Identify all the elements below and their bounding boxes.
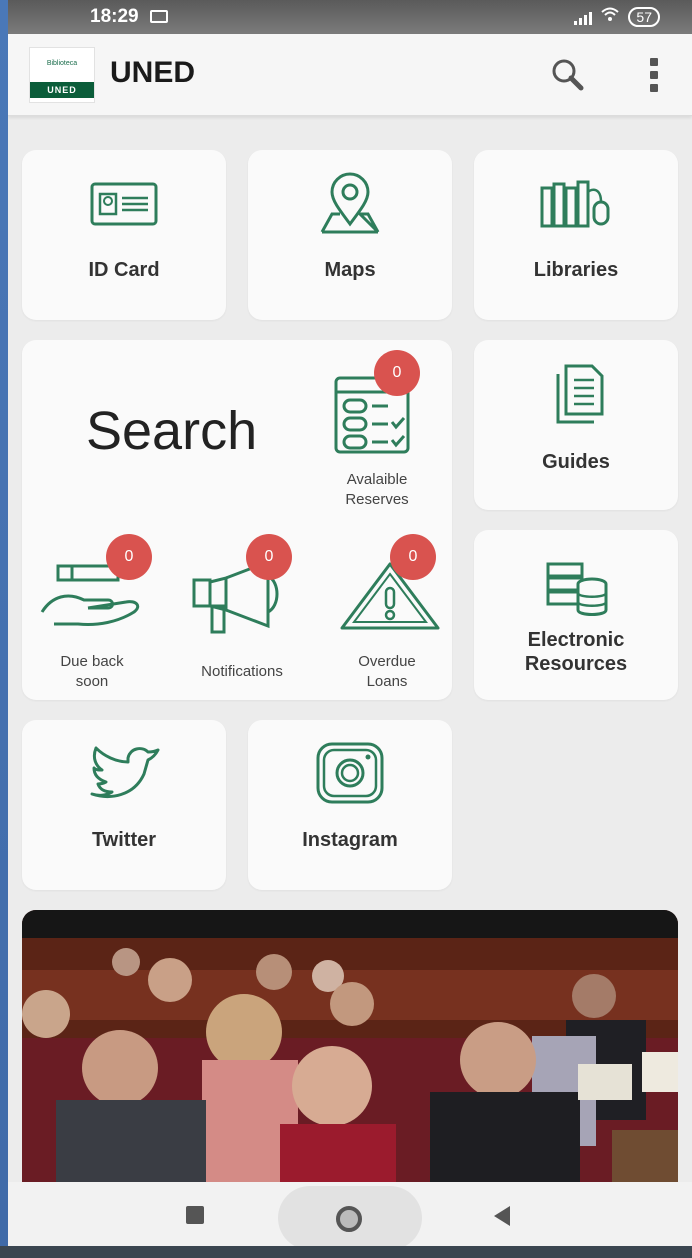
overdue-label: Overdue Loans bbox=[358, 653, 416, 690]
id-card-icon bbox=[88, 180, 162, 228]
search-icon bbox=[548, 56, 588, 96]
navigation-bar bbox=[8, 1182, 692, 1246]
map-pin-icon bbox=[314, 172, 386, 236]
due-back-badge: 0 bbox=[106, 534, 152, 580]
maps-label: Maps bbox=[324, 259, 376, 281]
document-icon bbox=[548, 362, 608, 426]
search-button[interactable] bbox=[548, 56, 588, 96]
guides-tile[interactable]: Guides bbox=[474, 340, 678, 510]
app-title: UNED bbox=[110, 56, 196, 89]
electronic-resources-label: Electronic Resources bbox=[524, 629, 628, 675]
due-back-label: Due back soon bbox=[60, 653, 124, 690]
audience-photo-illustration bbox=[22, 910, 678, 1190]
instagram-label: Instagram bbox=[302, 829, 398, 851]
overdue-item[interactable]: 0 Overdue Loans bbox=[322, 530, 452, 695]
instagram-icon bbox=[314, 742, 386, 804]
app-bar: Biblioteca UNED UNED bbox=[8, 34, 692, 116]
libraries-tile[interactable]: Libraries bbox=[474, 150, 678, 320]
twitter-label: Twitter bbox=[91, 829, 157, 851]
id-card-tile[interactable]: ID Card bbox=[22, 150, 226, 320]
wifi-icon bbox=[600, 6, 620, 27]
reserves-label: Avalaible Reserves bbox=[345, 471, 409, 508]
device-frame-left bbox=[0, 0, 8, 1258]
status-time: 18:29 bbox=[90, 6, 139, 27]
device-frame-bottom bbox=[0, 1246, 692, 1258]
logo-top-text: Biblioteca bbox=[46, 60, 78, 67]
due-back-item[interactable]: 0 Due back soon bbox=[32, 530, 162, 695]
electronic-resources-tile[interactable]: Electronic Resources bbox=[474, 530, 678, 700]
notifications-label: Notifications bbox=[201, 663, 283, 680]
reserves-item[interactable]: 0 Avalaible Reserves bbox=[312, 350, 442, 520]
back-icon[interactable] bbox=[494, 1206, 510, 1226]
twitter-tile[interactable]: Twitter bbox=[22, 720, 226, 890]
database-icon bbox=[546, 560, 610, 618]
libraries-label: Libraries bbox=[533, 259, 619, 281]
home-icon bbox=[336, 1206, 362, 1232]
more-options-button[interactable] bbox=[640, 56, 668, 96]
status-indicators: 57 bbox=[574, 6, 660, 27]
search-panel: Search 0 Avalaible Reserves 0 Due back s… bbox=[22, 340, 452, 700]
recent-apps-icon[interactable] bbox=[186, 1206, 204, 1224]
phone-screen: 18:29 57 Biblioteca UNED UNED ID Card Ma… bbox=[8, 0, 692, 1246]
guides-label: Guides bbox=[542, 451, 610, 473]
notifications-badge: 0 bbox=[246, 534, 292, 580]
battery-icon: 57 bbox=[628, 6, 660, 27]
message-icon bbox=[150, 10, 168, 23]
home-button[interactable] bbox=[278, 1186, 422, 1246]
signal-icon bbox=[574, 9, 593, 25]
twitter-icon bbox=[88, 746, 160, 804]
library-icon bbox=[538, 178, 614, 230]
instagram-tile[interactable]: Instagram bbox=[248, 720, 452, 890]
notifications-item[interactable]: 0 Notifications bbox=[172, 530, 312, 695]
id-card-label: ID Card bbox=[88, 259, 160, 281]
logo-bottom-text: UNED bbox=[30, 82, 94, 98]
overdue-badge: 0 bbox=[390, 534, 436, 580]
maps-tile[interactable]: Maps bbox=[248, 150, 452, 320]
event-photo[interactable] bbox=[22, 910, 678, 1190]
search-title[interactable]: Search bbox=[86, 400, 257, 462]
more-vert-icon bbox=[640, 56, 668, 96]
reserves-badge: 0 bbox=[374, 350, 420, 396]
app-logo: Biblioteca UNED bbox=[29, 47, 95, 103]
status-bar: 18:29 57 bbox=[8, 0, 692, 34]
